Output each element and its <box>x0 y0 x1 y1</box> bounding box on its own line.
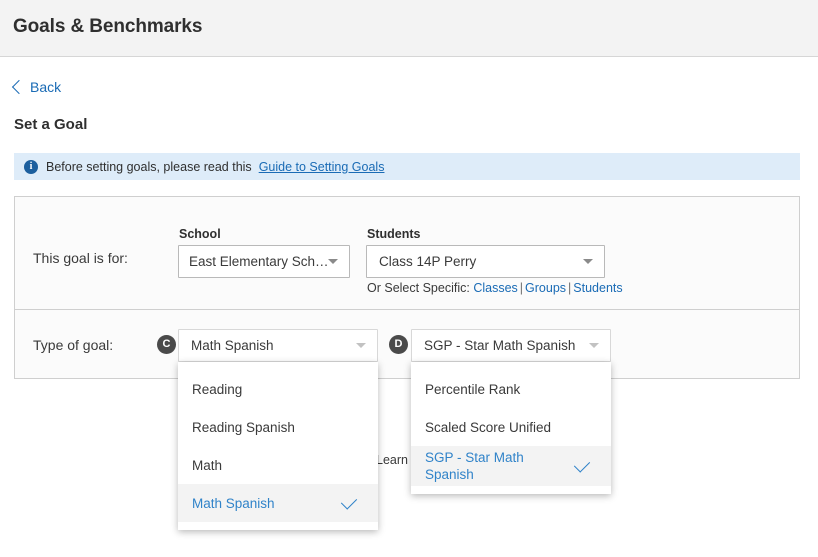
dropdown-option-selected[interactable]: SGP - Star Math Spanish <box>411 446 611 486</box>
dropdown-option[interactable]: Scaled Score Unified <box>411 408 611 446</box>
or-select-separator-2: | <box>568 281 572 295</box>
dropdown-option-label: Scaled Score Unified <box>425 419 552 435</box>
dropdown-option[interactable]: Percentile Rank <box>411 370 611 408</box>
chevron-down-icon <box>589 343 599 348</box>
measure-select-value: SGP - Star Math Spanish <box>424 338 576 353</box>
badge-d: D <box>389 335 408 354</box>
dropdown-option-label: Reading <box>192 381 243 397</box>
chevron-left-icon <box>11 79 27 95</box>
dropdown-option-label: Reading Spanish <box>192 419 295 435</box>
dropdown-option[interactable]: Reading <box>178 370 378 408</box>
dropdown-option[interactable]: Math <box>178 446 378 484</box>
dropdown-option-label: Percentile Rank <box>425 381 521 397</box>
check-icon <box>573 456 591 473</box>
select-groups-link[interactable]: Groups <box>525 281 566 295</box>
page-header: Goals & Benchmarks <box>0 0 818 57</box>
learn-more-text: Learn <box>376 453 408 467</box>
select-classes-link[interactable]: Classes <box>473 281 517 295</box>
school-select[interactable]: East Elementary Sch… <box>178 245 350 278</box>
or-select-separator-1: | <box>519 281 524 295</box>
chevron-down-icon <box>328 259 338 264</box>
dropdown-option-selected[interactable]: Math Spanish <box>178 484 378 522</box>
back-link-label: Back <box>30 79 62 95</box>
page-title: Goals & Benchmarks <box>13 16 203 37</box>
or-select-specific: Or Select Specific: Classes | Groups | Stude… <box>367 281 623 295</box>
section-title: Set a Goal <box>14 116 88 133</box>
or-select-prefix: Or Select Specific: <box>367 281 470 295</box>
students-field-label: Students <box>367 227 421 241</box>
dropdown-option-label: Math Spanish <box>192 495 275 511</box>
info-banner-text: Before setting goals, please read this <box>46 159 252 174</box>
students-select[interactable]: Class 14P Perry <box>366 245 605 278</box>
chevron-down-icon <box>583 259 593 264</box>
dropdown-option-label: Math <box>192 457 223 473</box>
info-icon: i <box>24 159 38 174</box>
info-banner: i Before setting goals, please read this… <box>14 153 800 180</box>
dropdown-option[interactable]: Reading Spanish <box>178 408 378 446</box>
goal-type-select[interactable]: Math Spanish <box>178 329 378 362</box>
school-select-value: East Elementary Sch… <box>189 254 328 269</box>
goal-type-select-value: Math Spanish <box>191 338 274 353</box>
check-icon <box>340 493 358 510</box>
dropdown-option-label: SGP - Star Math Spanish <box>425 450 524 482</box>
measure-select[interactable]: SGP - Star Math Spanish <box>411 329 611 362</box>
goal-type-label: Type of goal: <box>33 337 114 353</box>
goal-type-dropdown[interactable]: Reading Reading Spanish Math Math Spanis… <box>178 362 378 530</box>
measure-dropdown[interactable]: Percentile Rank Scaled Score Unified SGP… <box>411 362 611 494</box>
card-row-divider <box>14 309 800 310</box>
select-students-link[interactable]: Students <box>573 281 622 295</box>
back-link[interactable]: Back <box>11 79 62 95</box>
school-field-label: School <box>179 227 221 241</box>
chevron-down-icon <box>356 343 366 348</box>
guide-to-setting-goals-link[interactable]: Guide to Setting Goals <box>259 160 385 174</box>
goal-for-label: This goal is for: <box>33 250 128 266</box>
students-select-value: Class 14P Perry <box>379 254 477 269</box>
badge-c: C <box>157 335 176 354</box>
